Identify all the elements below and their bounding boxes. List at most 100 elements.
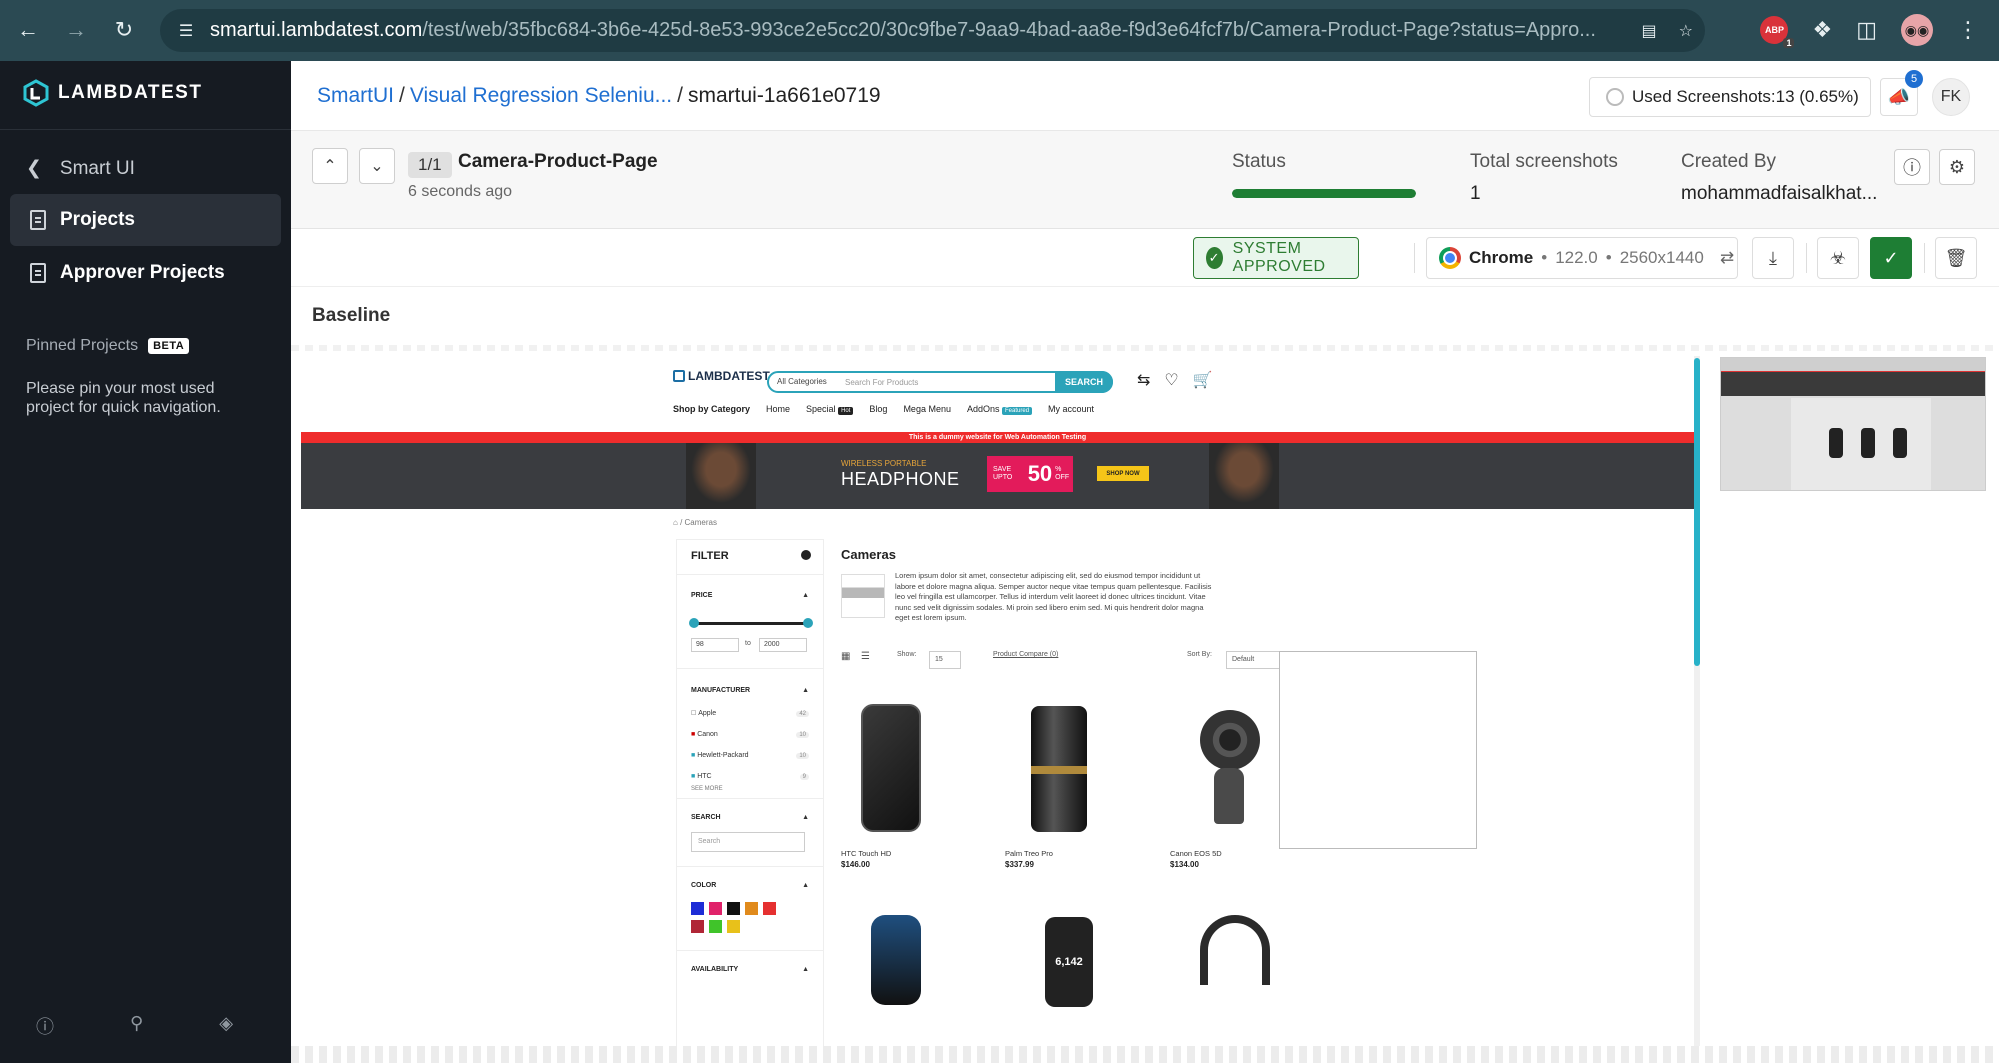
created-by-label: Created By [1681,151,1777,172]
browser-version: 122.0 [1555,248,1598,267]
thumbnail-product [1893,428,1907,458]
sidebar-item-approver-projects[interactable]: Approver Projects [10,247,281,299]
product-card: Palm Treo Pro $337.99 [1005,694,1125,874]
thumbnail-product [1829,428,1843,458]
separator-dot: • [1541,248,1548,267]
home-icon: ⌂ [673,518,678,527]
caret-up-icon: ▲ [802,814,809,821]
list-view-icon: ☰ [861,651,870,662]
breadcrumb-project[interactable]: Visual Regression Seleniu... [410,84,672,107]
help-icon[interactable]: ⓘ [36,1013,54,1039]
trash-icon: 🗑 [1944,247,1968,268]
sidebar-item-label: Projects [60,209,135,230]
site-settings-icon[interactable]: ☰ [166,11,206,51]
site-logo: LAMBDATEST [673,369,770,383]
lambdatest-logo[interactable]: LAMBDATEST [22,79,202,107]
breadcrumb-smartui[interactable]: SmartUI [317,84,394,107]
filter-divider [677,950,823,951]
color-swatch [709,920,722,933]
product-name: HTC Touch HD [841,849,892,858]
filter-search-input: Search [691,832,805,852]
side-panel-icon[interactable]: ◫ [1856,17,1877,43]
layers-icon[interactable]: ◈ [219,1013,233,1039]
sidebar-item-projects[interactable]: Projects [10,194,281,246]
report-bug-button[interactable]: ☣ [1817,237,1859,279]
filter-divider [677,866,823,867]
browser-toolbar: ← → ↻ ☰ smartui.lambdatest.com/test/web/… [0,0,1999,61]
site-search-bar: All Categories Search For Products SEARC… [767,371,1113,393]
compare-arrows-icon: ⇆ [1137,372,1151,389]
product-image [871,915,921,1005]
chrome-menu-icon[interactable]: ⋮ [1957,17,1979,43]
pinned-projects-title: Pinned Projects BETA [26,337,190,355]
created-by-value: mohammadfaisalkhat... [1681,183,1878,204]
toolbar-divider [1806,243,1807,273]
caret-up-icon: ▲ [802,592,809,599]
browser-config-chip[interactable]: Chrome • 122.0 • 2560x1440 ⇄ [1426,237,1738,279]
sort-label: Sort By: [1187,651,1212,658]
filter-color-label: COLOR [691,882,717,889]
info-button[interactable]: ⓘ [1894,149,1930,185]
color-swatch [691,902,704,915]
product-price: $337.99 [1005,860,1034,869]
reload-icon[interactable]: ↻ [104,10,144,50]
viewer-scrollbar-thumb[interactable] [1694,358,1700,666]
usage-text: Used Screenshots:13 (0.65%) [1632,87,1859,106]
thumbnail-header [1721,358,1985,372]
check-icon: ✓ [1883,247,1899,268]
filter-title: FILTER [691,550,729,562]
url-text[interactable]: smartui.lambdatest.com/test/web/35fbc684… [210,19,1630,42]
sort-select: Default [1226,651,1286,669]
show-label: Show: [897,651,917,658]
total-screenshots-label: Total screenshots [1470,151,1618,172]
user-avatar[interactable]: FK [1932,78,1970,116]
bookmark-star-icon[interactable]: ☆ [1679,21,1693,41]
back-to-smartui[interactable]: ❮ Smart UI [26,157,135,180]
info-icon: ⓘ [1903,158,1921,178]
site-notice-bar: This is a dummy website for Web Automati… [301,432,1694,443]
site-nav-item: My account [1048,404,1095,414]
product-image [1200,710,1260,770]
next-screenshot-button[interactable]: ⌄ [359,148,395,184]
previous-screenshot-button[interactable]: ⌃ [312,148,348,184]
price-max-input: 2000 [759,638,807,652]
product-image [1031,706,1087,832]
address-bar[interactable]: ☰ smartui.lambdatest.com/test/web/35fbc6… [160,9,1705,52]
color-swatch [727,902,740,915]
chevron-down-icon: ⌄ [370,158,384,175]
back-arrow-icon[interactable]: ← [8,10,48,50]
lambdatest-logo-icon [23,79,49,107]
viewer-bottom-edge [291,1046,1999,1063]
manufacturer-item: ■ Hewlett-Packard [691,752,749,759]
sidebar: LAMBDATEST ❮ Smart UI Projects Approver … [0,61,291,1063]
approve-button[interactable]: ✓ [1870,237,1912,279]
viewer-scrollbar[interactable] [1694,356,1700,1046]
key-icon[interactable]: ⚲ [130,1013,143,1039]
see-more-link: SEE MORE [691,786,723,792]
separator-dot: • [1605,248,1612,267]
gear-icon: ⚙ [1948,156,1966,177]
screenshot-viewer[interactable]: LAMBDATEST All Categories Search For Pro… [301,356,1694,1046]
breadcrumb-separator: / [677,84,683,107]
announcements-button[interactable]: 📣 5 [1880,70,1923,116]
screenshot-thumbnail[interactable] [1720,357,1986,491]
product-card: 6,142 [1005,907,1125,1046]
download-button[interactable]: ⤓ [1752,237,1794,279]
banner-discount: SAVE UPTO 50 % OFF [987,456,1073,492]
extensions-puzzle-icon[interactable]: ❖ [1812,17,1832,43]
toolbar-divider [1924,243,1925,273]
product-card: Canon EOS 5D $134.00 [1170,694,1290,874]
swap-icon[interactable]: ⇄ [1720,248,1734,268]
chrome-profile-avatar[interactable]: ◉◉ [1901,14,1933,46]
delete-button[interactable]: 🗑 [1935,237,1977,279]
product-price: $134.00 [1170,860,1199,869]
product-card: HTC Touch HD $146.00 [841,694,961,874]
screenshot-counter: 1/1 [408,152,452,178]
settings-button[interactable]: ⚙ [1939,149,1975,185]
adblock-extension-icon[interactable]: ABP 1 [1760,16,1795,48]
install-app-icon[interactable]: ▤ [1642,21,1657,41]
forward-arrow-icon[interactable]: → [56,10,96,50]
thumbnail-banner [1721,372,1985,396]
product-image: 6,142 [1045,917,1093,1007]
screenshot-usage-chip[interactable]: Used Screenshots:13 (0.65%) [1589,77,1871,117]
